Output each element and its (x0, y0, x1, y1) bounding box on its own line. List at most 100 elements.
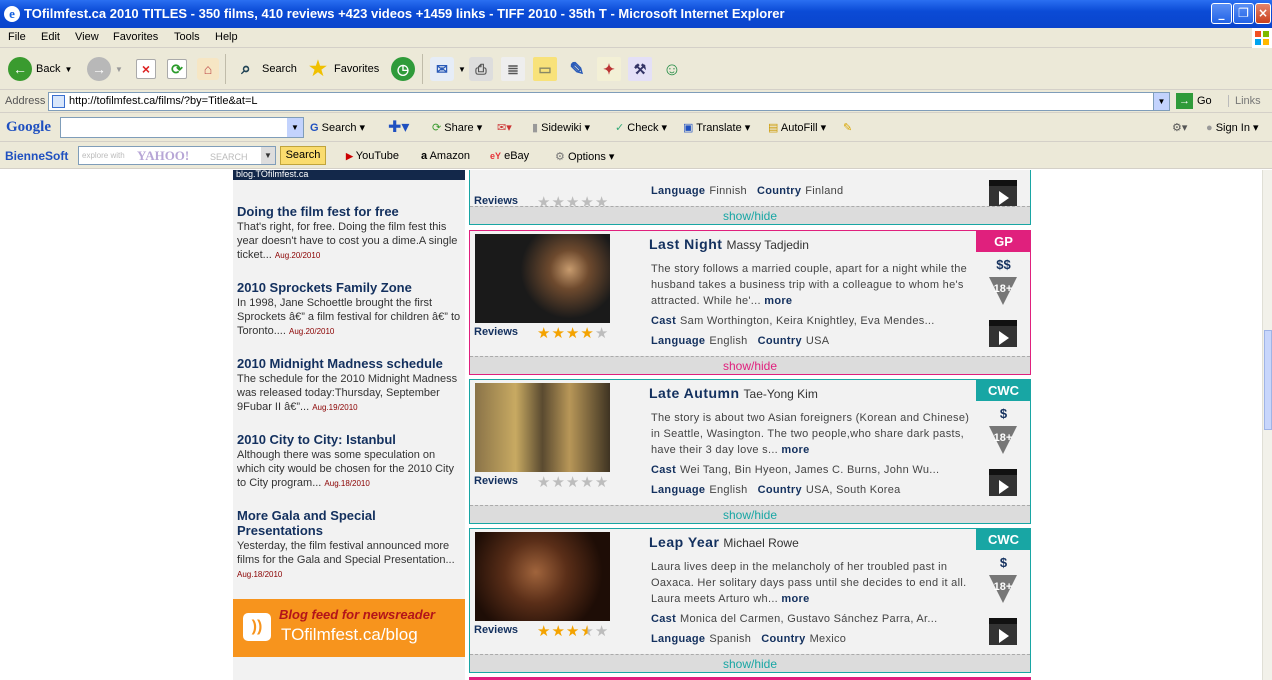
forward-button[interactable]: → ▼ (87, 55, 123, 83)
edit-button[interactable]: ≣ (501, 55, 525, 83)
more-link[interactable]: more (781, 444, 809, 456)
scrollbar-thumb[interactable] (1264, 330, 1272, 430)
favorites-button[interactable]: ★ Favorites (306, 55, 379, 83)
yahoo-dropdown-icon[interactable]: ▼ (261, 147, 275, 164)
blog-post-title[interactable]: 2010 Sprockets Family Zone (237, 280, 461, 295)
translate-button[interactable]: ▣ Translate ▾ (683, 121, 750, 134)
back-button[interactable]: ← Back ▼ (8, 55, 72, 83)
close-button[interactable]: × (1255, 3, 1271, 24)
stop-icon: × (136, 59, 156, 79)
film-card: Late Autumn Tae-Yong Kim The story is abo… (469, 379, 1031, 524)
show-hide-toggle[interactable]: show/hide (470, 206, 1030, 224)
google-search-input[interactable]: ▼ (60, 117, 304, 138)
film-title[interactable]: Last Night Massy Tadjedin (649, 236, 809, 252)
trailer-clapper-icon[interactable] (989, 618, 1017, 645)
discuss-button[interactable]: ▭ (533, 55, 557, 83)
menu-favorites[interactable]: Favorites (113, 31, 158, 43)
bookmark-button[interactable]: ✉▾ (497, 121, 512, 134)
share-button[interactable]: ⟳ Share ▾ (432, 121, 482, 134)
menu-help[interactable]: Help (215, 31, 238, 43)
yahoo-search-input[interactable]: explore with YAHOO! SEARCH ▼ (78, 146, 276, 165)
star-icon: ★ (565, 324, 581, 342)
youtube-icon: ▶ (346, 151, 353, 161)
film-card: Reviews ★★★★★ Language Finnish Country Fin… (469, 170, 1031, 225)
search-button[interactable]: ⌕ Search (234, 55, 297, 83)
film-poster[interactable] (475, 234, 610, 323)
mail-button[interactable]: ✉ ▼ (430, 55, 466, 83)
yahoo-logo: YAHOO! (137, 148, 190, 163)
stop-button[interactable]: × (136, 55, 156, 83)
research-icon: ✦ (597, 57, 621, 81)
blog-post-title[interactable]: 2010 Midnight Madness schedule (237, 356, 461, 371)
go-button[interactable]: → Go (1176, 93, 1212, 109)
blog-post-title[interactable]: 2010 City to City: Istanbul (237, 432, 461, 447)
youtube-link[interactable]: ▶ YouTube (346, 150, 399, 162)
show-hide-toggle[interactable]: show/hide (470, 505, 1030, 523)
menu-tools[interactable]: Tools (174, 31, 200, 43)
blog-feed-banner[interactable]: )) Blog feed for newsreader TOfilmfest.c… (233, 599, 465, 657)
options-button[interactable]: ⚙ Options ▾ (555, 150, 614, 163)
sidewiki-button[interactable]: ▮ Sidewiki ▾ (532, 121, 590, 134)
menu-edit[interactable]: Edit (41, 31, 60, 43)
research-button[interactable]: ✦ (597, 55, 621, 83)
address-dropdown-icon[interactable]: ▼ (1153, 93, 1169, 110)
home-button[interactable]: ⌂ (197, 55, 219, 83)
show-hide-toggle[interactable]: show/hide (470, 356, 1030, 374)
reviews-link[interactable]: Reviews (474, 624, 518, 636)
maximize-button[interactable]: ❐ (1233, 3, 1254, 24)
age-rating-label: 18+ (993, 283, 1013, 295)
blog-post-title[interactable]: More Gala and Special Presentations (237, 508, 461, 538)
refresh-button[interactable]: ⟳ (167, 55, 187, 83)
address-input[interactable]: http://tofilmfest.ca/films/?by=Title&at=… (48, 92, 1170, 111)
film-title[interactable]: Late Autumn Tae-Yong Kim (649, 385, 818, 401)
check-button[interactable]: ✓ Check ▾ (615, 121, 667, 134)
back-dropdown-icon[interactable]: ▼ (64, 65, 72, 74)
forward-dropdown-icon[interactable]: ▼ (115, 65, 123, 74)
amazon-link[interactable]: a Amazon (421, 150, 470, 162)
print-button[interactable]: ⎙ (469, 55, 493, 83)
menu-file[interactable]: File (8, 31, 26, 43)
blog-post-title[interactable]: Doing the film fest for free (237, 204, 461, 219)
star-icon: ★ (580, 473, 595, 491)
user-icon: ● (1206, 122, 1213, 134)
film-director: Michael Rowe (723, 536, 799, 550)
address-url: http://tofilmfest.ca/films/?by=Title&at=… (69, 95, 258, 107)
google-search-dropdown-icon[interactable]: ▼ (287, 118, 303, 137)
trailer-clapper-icon[interactable] (989, 180, 1017, 207)
film-title[interactable]: Leap Year Michael Rowe (649, 534, 799, 550)
film-poster[interactable] (475, 383, 610, 472)
reviews-link[interactable]: Reviews (474, 326, 518, 338)
google-plus-button[interactable]: ✚▾ (388, 117, 409, 137)
trailer-clapper-icon[interactable] (989, 320, 1017, 347)
messenger-button[interactable]: ☺ (660, 55, 684, 83)
highlight-button[interactable]: ✎ (843, 121, 852, 134)
film-poster[interactable] (475, 532, 610, 621)
star-icon: ★ (551, 473, 566, 491)
pen-button[interactable]: ✎ (565, 55, 589, 83)
rating-stars: ★★★★★ (537, 622, 609, 640)
vertical-scrollbar[interactable] (1262, 170, 1272, 680)
menu-view[interactable]: View (75, 31, 99, 43)
more-link[interactable]: more (781, 593, 809, 605)
show-hide-toggle[interactable]: show/hide (470, 654, 1030, 672)
trailer-clapper-icon[interactable] (989, 469, 1017, 496)
windows-logo-icon (1252, 28, 1272, 48)
history-icon: ◷ (391, 57, 415, 81)
sign-in-button[interactable]: ● Sign In ▾ (1206, 121, 1259, 134)
reviews-link[interactable]: Reviews (474, 475, 518, 487)
ebay-link[interactable]: eY eBay (490, 150, 529, 162)
star-icon: ★ (594, 622, 610, 640)
film-cast: Cast Wei Tang, Bin Hyeon, James C. Burns,… (651, 464, 940, 476)
blog-post-body: Yesterday, the film festival announced m… (237, 540, 455, 566)
mail-icon: ✉ (430, 57, 454, 81)
autofill-button[interactable]: ▤ AutoFill ▾ (768, 121, 826, 134)
google-search-button[interactable]: G Search ▾ (310, 121, 365, 134)
minimize-button[interactable]: _ (1211, 3, 1232, 24)
edit-page-icon: ≣ (501, 57, 525, 81)
wrench-button[interactable]: ⚙▾ (1172, 121, 1187, 134)
more-link[interactable]: more (764, 295, 792, 307)
messenger-tool-button[interactable]: ⚒ (628, 55, 652, 83)
links-button[interactable]: Links (1228, 95, 1261, 107)
history-button[interactable]: ◷ (391, 55, 415, 83)
yahoo-search-button[interactable]: Search (280, 146, 326, 165)
